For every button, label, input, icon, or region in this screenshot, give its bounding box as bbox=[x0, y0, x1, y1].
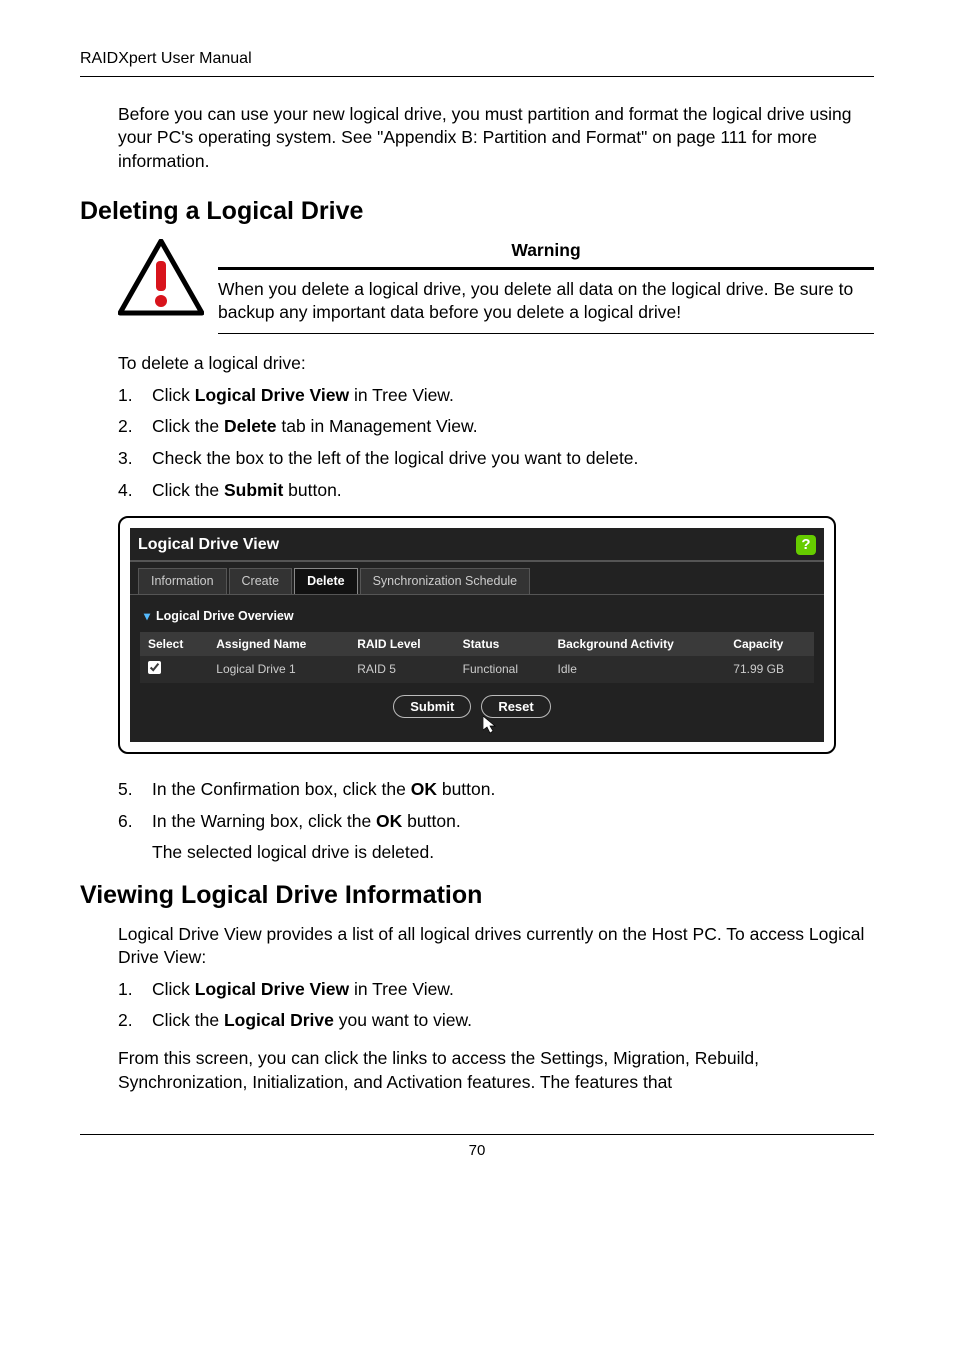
column-header: Select bbox=[140, 632, 208, 656]
table-cell: Functional bbox=[455, 656, 550, 683]
header-rule bbox=[80, 76, 874, 77]
view-steps: 1.Click Logical Drive View in Tree View.… bbox=[118, 978, 874, 1033]
chevron-down-icon: ▾ bbox=[144, 608, 150, 624]
list-item: 6.In the Warning box, click the OK butto… bbox=[118, 810, 874, 834]
list-number: 5. bbox=[118, 778, 152, 802]
list-text: In the Confirmation box, click the OK bu… bbox=[152, 778, 874, 802]
warning-box: Warning When you delete a logical drive,… bbox=[118, 239, 874, 334]
ui-titlebar: Logical Drive View ? bbox=[130, 528, 824, 562]
list-item: 2.Click the Logical Drive you want to vi… bbox=[118, 1009, 874, 1033]
column-header: Status bbox=[455, 632, 550, 656]
list-number: 4. bbox=[118, 479, 152, 503]
help-icon[interactable]: ? bbox=[796, 535, 816, 555]
tab-information[interactable]: Information bbox=[138, 568, 227, 594]
column-header: Background Activity bbox=[550, 632, 726, 656]
view-intro: Logical Drive View provides a list of al… bbox=[118, 923, 874, 970]
list-number: 2. bbox=[118, 1009, 152, 1033]
reset-button[interactable]: Reset bbox=[481, 695, 550, 718]
ui-button-row: Submit Reset bbox=[140, 683, 814, 732]
page-header: RAIDXpert User Manual bbox=[80, 48, 874, 70]
column-header: Assigned Name bbox=[208, 632, 349, 656]
warning-icon bbox=[118, 239, 204, 324]
column-header: RAID Level bbox=[349, 632, 454, 656]
list-text: Click the Logical Drive you want to view… bbox=[152, 1009, 874, 1033]
list-item: 2.Click the Delete tab in Management Vie… bbox=[118, 415, 874, 439]
ui-screenshot-figure: Logical Drive View ? InformationCreateDe… bbox=[118, 516, 836, 754]
table-cell: 71.99 GB bbox=[725, 656, 814, 683]
section-heading-deleting: Deleting a Logical Drive bbox=[80, 195, 874, 229]
list-subtext: The selected logical drive is deleted. bbox=[152, 841, 874, 865]
list-item: 3.Check the box to the left of the logic… bbox=[118, 447, 874, 471]
ui-tabs: InformationCreateDeleteSynchronization S… bbox=[130, 562, 824, 594]
list-number: 1. bbox=[118, 978, 152, 1002]
table-cell: Idle bbox=[550, 656, 726, 683]
list-number: 2. bbox=[118, 415, 152, 439]
list-item: 1.Click Logical Drive View in Tree View. bbox=[118, 384, 874, 408]
delete-steps-b: 5.In the Confirmation box, click the OK … bbox=[118, 778, 874, 865]
table-row: Logical Drive 1RAID 5FunctionalIdle71.99… bbox=[140, 656, 814, 683]
tab-create[interactable]: Create bbox=[229, 568, 293, 594]
page-footer: 70 bbox=[80, 1134, 874, 1161]
list-item: 4.Click the Submit button. bbox=[118, 479, 874, 503]
list-text: In the Warning box, click the OK button. bbox=[152, 810, 874, 834]
list-number: 1. bbox=[118, 384, 152, 408]
delete-steps-a: 1.Click Logical Drive View in Tree View.… bbox=[118, 384, 874, 503]
list-number: 3. bbox=[118, 447, 152, 471]
overview-label: Logical Drive Overview bbox=[156, 608, 294, 625]
section-heading-viewing: Viewing Logical Drive Information bbox=[80, 879, 874, 913]
logical-drive-table: SelectAssigned NameRAID LevelStatusBackg… bbox=[140, 632, 814, 683]
table-cell: RAID 5 bbox=[349, 656, 454, 683]
delete-intro: To delete a logical drive: bbox=[118, 352, 874, 376]
tab-synchronization-schedule[interactable]: Synchronization Schedule bbox=[360, 568, 531, 594]
submit-button[interactable]: Submit bbox=[393, 695, 471, 718]
warning-rule-top bbox=[218, 267, 874, 270]
tab-delete[interactable]: Delete bbox=[294, 568, 358, 594]
intro-paragraph: Before you can use your new logical driv… bbox=[118, 103, 874, 174]
list-number: 6. bbox=[118, 810, 152, 834]
list-text: Click the Submit button. bbox=[152, 479, 874, 503]
select-checkbox[interactable] bbox=[148, 661, 161, 674]
view-post-paragraph: From this screen, you can click the link… bbox=[118, 1047, 874, 1094]
ui-title: Logical Drive View bbox=[138, 534, 279, 556]
warning-text: When you delete a logical drive, you del… bbox=[218, 278, 874, 325]
list-item: 5.In the Confirmation box, click the OK … bbox=[118, 778, 874, 802]
warning-rule-bottom bbox=[218, 333, 874, 334]
list-text: Click Logical Drive View in Tree View. bbox=[152, 384, 874, 408]
list-text: Click the Delete tab in Management View. bbox=[152, 415, 874, 439]
list-item: 1.Click Logical Drive View in Tree View. bbox=[118, 978, 874, 1002]
warning-title: Warning bbox=[218, 239, 874, 263]
overview-subheader: ▾ Logical Drive Overview bbox=[140, 605, 814, 628]
list-text: Click Logical Drive View in Tree View. bbox=[152, 978, 874, 1002]
table-cell: Logical Drive 1 bbox=[208, 656, 349, 683]
list-text: Check the box to the left of the logical… bbox=[152, 447, 874, 471]
column-header: Capacity bbox=[725, 632, 814, 656]
